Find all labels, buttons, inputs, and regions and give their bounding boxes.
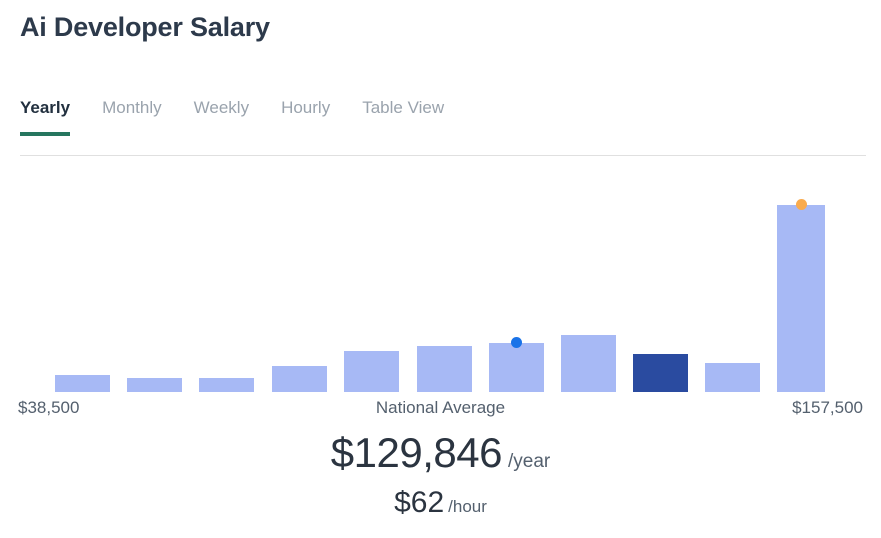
salary-yearly-unit: /year: [507, 451, 551, 472]
salary-hourly-value: $62: [394, 486, 445, 519]
page-title: Ai Developer Salary: [20, 12, 270, 42]
tab-active-underline: [20, 132, 71, 136]
chart-bar[interactable]: [777, 205, 825, 392]
chart-bar[interactable]: [344, 351, 399, 392]
salary-yearly-value: $129,846: [330, 429, 503, 476]
chart-bar[interactable]: [705, 363, 760, 392]
salary-summary: $129,846/year $62/hour: [0, 432, 881, 518]
tab-monthly[interactable]: Monthly: [102, 98, 162, 136]
tab-monthly-label: Monthly: [102, 98, 162, 117]
tab-table-view-label: Table View: [362, 98, 445, 117]
tab-yearly[interactable]: Yearly: [20, 98, 71, 136]
chart-bar[interactable]: [272, 366, 327, 392]
salary-hourly-row: $62/hour: [0, 488, 881, 518]
view-tabs: Yearly Monthly Weekly Hourly Table View: [20, 96, 444, 136]
axis-label-national-average: National Average: [375, 398, 506, 417]
top-of-range-marker[interactable]: [795, 199, 807, 210]
tab-hourly-label: Hourly: [281, 98, 331, 117]
national-average-marker[interactable]: [511, 337, 522, 348]
tab-yearly-label: Yearly: [20, 98, 71, 117]
chart-axis-labels: $38,500 National Average $157,500: [0, 398, 881, 422]
chart-bar[interactable]: [561, 335, 616, 392]
tabs-divider: [20, 155, 866, 156]
salary-hourly-unit: /hour: [448, 497, 487, 516]
tab-weekly-label: Weekly: [193, 98, 250, 117]
salary-distribution-chart: [0, 170, 881, 392]
tab-table-view[interactable]: Table View: [362, 98, 444, 136]
salary-yearly-row: $129,846/year: [0, 432, 881, 474]
tab-weekly[interactable]: Weekly: [194, 98, 249, 136]
chart-bar[interactable]: [55, 375, 110, 392]
chart-bar[interactable]: [417, 346, 472, 392]
axis-label-max: $157,500: [792, 398, 863, 417]
chart-bar[interactable]: [199, 378, 254, 392]
chart-bar[interactable]: [127, 378, 182, 392]
chart-bar[interactable]: [633, 354, 688, 392]
chart-bar[interactable]: [489, 343, 544, 392]
tab-hourly[interactable]: Hourly: [281, 98, 330, 136]
salary-widget: Ai Developer Salary Yearly Monthly Weekl…: [0, 0, 881, 538]
